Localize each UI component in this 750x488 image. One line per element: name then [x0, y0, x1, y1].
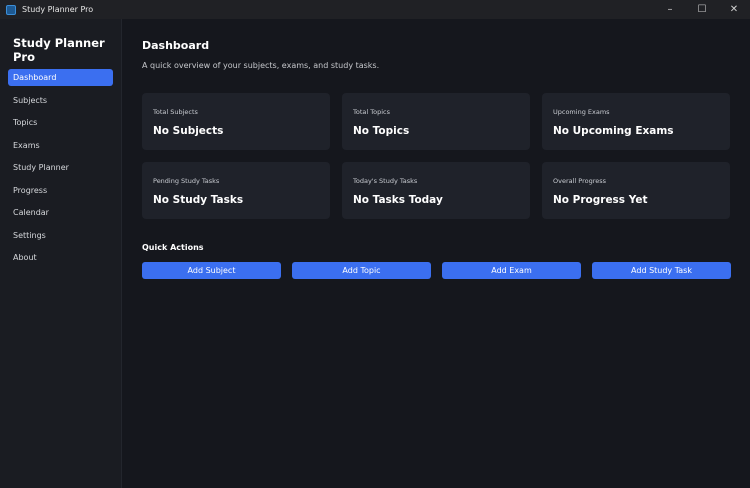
- stat-card-label: Overall Progress: [553, 177, 607, 185]
- page-title: Dashboard: [142, 39, 210, 52]
- stat-card-label: Upcoming Exams: [553, 108, 610, 116]
- sidebar: Study Planner Pro Dashboard Subjects Top…: [0, 19, 122, 488]
- sidebar-item-settings[interactable]: Settings: [8, 227, 113, 244]
- stat-card-value: No Progress Yet: [553, 194, 648, 206]
- quick-actions-title: Quick Actions: [142, 243, 204, 252]
- stat-card-upcoming-exams: Upcoming Exams No Upcoming Exams: [542, 93, 730, 150]
- app-icon: [6, 4, 16, 15]
- maximize-icon[interactable]: ☐: [686, 0, 718, 19]
- stat-card-value: No Subjects: [153, 125, 224, 137]
- stat-card-value: No Topics: [353, 125, 410, 137]
- sidebar-item-topics[interactable]: Topics: [8, 114, 113, 131]
- stat-card-total-subjects: Total Subjects No Subjects: [142, 93, 330, 150]
- stat-card-total-topics: Total Topics No Topics: [342, 93, 530, 150]
- stat-card-label: Total Subjects: [153, 108, 198, 116]
- sidebar-item-progress[interactable]: Progress: [8, 182, 113, 199]
- add-study-task-button[interactable]: Add Study Task: [592, 262, 731, 279]
- stat-card-pending-tasks: Pending Study Tasks No Study Tasks: [142, 162, 330, 219]
- app-name: Study Planner Pro: [13, 36, 105, 64]
- stat-card-value: No Study Tasks: [153, 194, 244, 206]
- add-subject-button[interactable]: Add Subject: [142, 262, 281, 279]
- sidebar-item-dashboard[interactable]: Dashboard: [8, 69, 113, 86]
- stat-card-todays-tasks: Today's Study Tasks No Tasks Today: [342, 162, 530, 219]
- sidebar-item-about[interactable]: About: [8, 249, 113, 266]
- title-bar: Study Planner Pro – ☐ ✕: [0, 0, 750, 19]
- sidebar-item-study-planner[interactable]: Study Planner: [8, 159, 113, 176]
- stat-card-label: Pending Study Tasks: [153, 177, 220, 185]
- sidebar-item-calendar[interactable]: Calendar: [8, 204, 113, 221]
- close-icon[interactable]: ✕: [718, 0, 750, 19]
- sidebar-item-exams[interactable]: Exams: [8, 137, 113, 154]
- stat-card-label: Today's Study Tasks: [353, 177, 418, 185]
- add-exam-button[interactable]: Add Exam: [442, 262, 581, 279]
- sidebar-item-subjects[interactable]: Subjects: [8, 92, 113, 109]
- add-topic-button[interactable]: Add Topic: [292, 262, 431, 279]
- window-title: Study Planner Pro: [22, 5, 94, 14]
- page-subtitle: A quick overview of your subjects, exams…: [142, 61, 380, 70]
- stat-card-overall-progress: Overall Progress No Progress Yet: [542, 162, 730, 219]
- stat-card-label: Total Topics: [353, 108, 390, 116]
- stat-card-value: No Tasks Today: [353, 194, 443, 206]
- stat-card-value: No Upcoming Exams: [553, 125, 674, 137]
- window-controls: – ☐ ✕: [654, 0, 750, 19]
- minimize-icon[interactable]: –: [654, 0, 686, 19]
- sidebar-nav: Dashboard Subjects Topics Exams Study Pl…: [8, 69, 113, 272]
- main-content: Dashboard A quick overview of your subje…: [122, 19, 750, 488]
